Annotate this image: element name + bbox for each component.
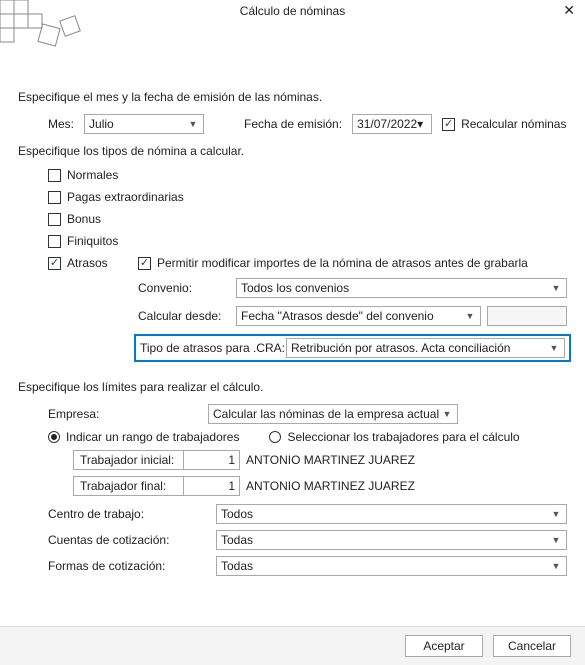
chevron-down-icon: ▼ (462, 307, 478, 325)
formas-dropdown[interactable]: Todas ▼ (216, 556, 567, 576)
tipo-atrasos-dropdown[interactable]: Retribución por atrasos. Acta conciliaci… (286, 338, 565, 358)
empresa-dropdown[interactable]: Calcular las nóminas de la empresa actua… (208, 404, 458, 424)
checkbox-unchecked-icon (48, 191, 61, 204)
cancelar-button[interactable]: Cancelar (493, 635, 571, 657)
calcdesde-extra-button[interactable] (487, 306, 567, 326)
calcdesde-dropdown[interactable]: Fecha "Atrasos desde" del convenio ▼ (236, 306, 481, 326)
atrasos-checkbox[interactable]: ✓ Atrasos (48, 256, 138, 270)
chevron-down-icon: ▼ (546, 339, 562, 357)
chevron-down-icon: ▼ (548, 531, 564, 549)
atrasos-label: Atrasos (67, 256, 108, 270)
convenio-dropdown[interactable]: Todos los convenios ▼ (236, 278, 567, 298)
trab-fin-label: Trabajador final: (74, 477, 184, 495)
chevron-down-icon: ▼ (548, 505, 564, 523)
recalc-label: Recalcular nóminas (461, 117, 566, 131)
trab-ini-label: Trabajador inicial: (74, 451, 184, 469)
fecha-label: Fecha de emisión: (244, 117, 342, 131)
titlebar: Cálculo de nóminas ✕ (0, 0, 585, 24)
checkbox-checked-icon: ✓ (48, 257, 61, 270)
empresa-label: Empresa: (48, 407, 198, 421)
trab-fin-name: ANTONIO MARTINEZ JUAREZ (246, 479, 415, 493)
formas-label: Formas de cotización: (48, 559, 216, 573)
bonus-label: Bonus (67, 212, 101, 226)
pagas-label: Pagas extraordinarias (67, 190, 184, 204)
chevron-down-icon: ▼ (548, 279, 564, 297)
tipo-atrasos-label: Tipo de atrasos para .CRA: (140, 341, 286, 355)
chevron-down-icon: ▾ (417, 117, 423, 131)
trabajador-final-box[interactable]: Trabajador final: 1 (73, 476, 240, 496)
empresa-value: Calcular las nóminas de la empresa actua… (213, 407, 439, 421)
mes-value: Julio (89, 117, 114, 131)
aceptar-button[interactable]: Aceptar (405, 635, 483, 657)
cuentas-dropdown[interactable]: Todas ▼ (216, 530, 567, 550)
bonus-checkbox[interactable]: Bonus (48, 212, 101, 226)
normales-checkbox[interactable]: Normales (48, 168, 118, 182)
permitir-label: Permitir modificar importes de la nómina… (157, 256, 528, 270)
convenio-label: Convenio: (138, 281, 236, 295)
radio-sel-label: Seleccionar los trabajadores para el cál… (287, 430, 519, 444)
trab-ini-name: ANTONIO MARTINEZ JUAREZ (246, 453, 415, 467)
checkbox-unchecked-icon (48, 169, 61, 182)
checkbox-checked-icon: ✓ (138, 257, 151, 270)
fecha-value: 31/07/2022 (357, 117, 417, 131)
radio-rango[interactable]: Indicar un rango de trabajadores (48, 430, 239, 444)
trabajador-inicial-box[interactable]: Trabajador inicial: 1 (73, 450, 240, 470)
trab-ini-num: 1 (184, 451, 239, 469)
radio-unchecked-icon (269, 431, 281, 443)
cuentas-label: Cuentas de cotización: (48, 533, 216, 547)
centro-dropdown[interactable]: Todos ▼ (216, 504, 567, 524)
trab-fin-num: 1 (184, 477, 239, 495)
chevron-down-icon: ▼ (185, 115, 201, 133)
fecha-input[interactable]: 31/07/2022 ▾ (352, 114, 432, 134)
tipo-atrasos-value: Retribución por atrasos. Acta conciliaci… (291, 341, 510, 355)
finiquitos-checkbox[interactable]: Finiquitos (48, 234, 118, 248)
section-month-label: Especifique el mes y la fecha de emisión… (18, 90, 567, 104)
checkbox-unchecked-icon (48, 235, 61, 248)
centro-label: Centro de trabajo: (48, 507, 216, 521)
mes-dropdown[interactable]: Julio ▼ (84, 114, 204, 134)
formas-value: Todas (221, 559, 253, 573)
convenio-value: Todos los convenios (241, 281, 349, 295)
radio-checked-icon (48, 431, 60, 443)
dialog-title: Cálculo de nóminas (240, 4, 345, 18)
normales-label: Normales (67, 168, 118, 182)
checkbox-unchecked-icon (48, 213, 61, 226)
permitir-checkbox[interactable]: ✓ Permitir modificar importes de la nómi… (138, 256, 528, 270)
cuentas-value: Todas (221, 533, 253, 547)
payroll-dialog: Cálculo de nóminas ✕ Especifique el mes … (0, 0, 585, 665)
tipo-atrasos-highlight: Tipo de atrasos para .CRA: Retribución p… (134, 334, 571, 362)
chevron-down-icon: ▼ (548, 557, 564, 575)
finiquitos-label: Finiquitos (67, 234, 118, 248)
calcdesde-label: Calcular desde: (138, 309, 236, 323)
dialog-footer: Aceptar Cancelar (0, 626, 585, 665)
checkbox-checked-icon: ✓ (442, 118, 455, 131)
chevron-down-icon: ▼ (439, 405, 455, 423)
calcdesde-value: Fecha "Atrasos desde" del convenio (241, 309, 434, 323)
close-icon[interactable]: ✕ (563, 2, 575, 19)
radio-seleccionar[interactable]: Seleccionar los trabajadores para el cál… (269, 430, 519, 444)
section-limits-label: Especifique los límites para realizar el… (18, 380, 567, 394)
centro-value: Todos (221, 507, 253, 521)
section-types-label: Especifique los tipos de nómina a calcul… (18, 144, 567, 158)
dialog-content: Especifique el mes y la fecha de emisión… (0, 24, 585, 592)
pagas-checkbox[interactable]: Pagas extraordinarias (48, 190, 184, 204)
recalc-checkbox[interactable]: ✓ Recalcular nóminas (442, 117, 566, 131)
radio-rango-label: Indicar un rango de trabajadores (66, 430, 239, 444)
mes-label: Mes: (48, 117, 74, 131)
